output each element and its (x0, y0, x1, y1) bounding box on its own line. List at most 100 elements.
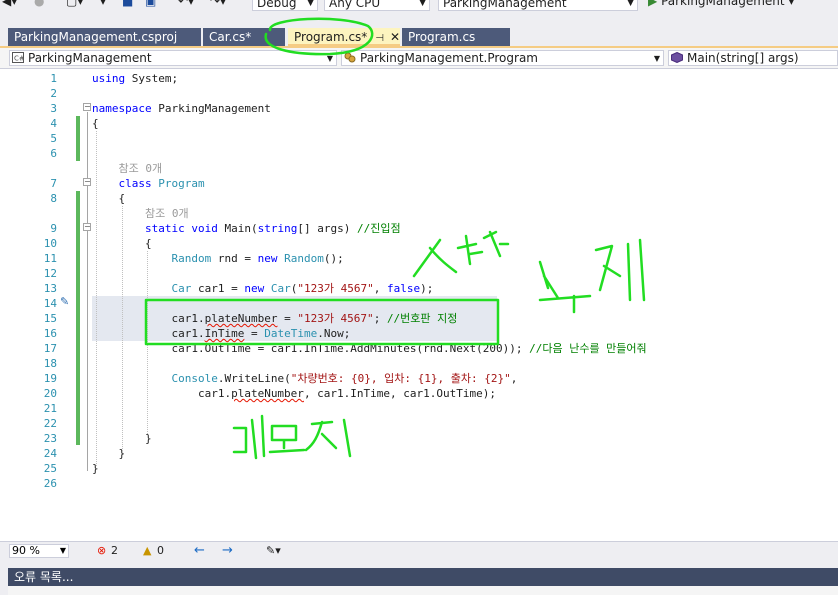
line-number: 10 (43, 237, 57, 250)
code-cleanup-icon[interactable]: ✎▾ (266, 544, 281, 558)
code-text[interactable]: car1.plateNumber, car1.InTime, car1.OutT… (92, 386, 496, 401)
change-indicator (76, 191, 80, 445)
error-icon[interactable]: ⊗ (97, 544, 106, 558)
close-icon[interactable]: ✕ (390, 30, 400, 44)
error-count[interactable]: 2 (111, 544, 118, 558)
save-icon[interactable]: ■ (122, 0, 133, 12)
csharp-project-icon: C# (12, 52, 24, 63)
startup-project-label: ParkingManagement (443, 0, 567, 10)
tab-parkingmanagement-csproj[interactable]: ParkingManagement.csproj (8, 28, 201, 46)
startup-project-combo[interactable]: ParkingManagement ▼ (438, 0, 638, 11)
config-label: Debug (257, 0, 297, 10)
code-line[interactable]: 14 (0, 296, 838, 311)
warning-icon[interactable]: ▲ (143, 544, 151, 558)
code-line[interactable]: 19 Console.WriteLine("차량번호: {0}, 입차: {1}… (0, 371, 838, 386)
code-text[interactable]: { (92, 116, 99, 131)
project-dropdown[interactable]: C# ParkingManagement ▼ (9, 50, 337, 66)
indent-guide (96, 131, 97, 466)
chevron-down-icon: ▼ (419, 0, 426, 8)
redo-icon[interactable]: ↷▾ (210, 0, 226, 12)
code-line[interactable]: 7 class Program (0, 176, 838, 191)
code-line[interactable]: 2 (0, 86, 838, 101)
code-line[interactable]: 17 car1.OutTime = car1.InTime.AddMinutes… (0, 341, 838, 356)
forward-icon[interactable]: ● (34, 0, 44, 12)
code-line[interactable]: 20 car1.plateNumber, car1.InTime, car1.O… (0, 386, 838, 401)
code-line[interactable]: 9 static void Main(string[] args) //진입점 (0, 221, 838, 236)
code-editor[interactable]: 1 using System; 2 3 namespace ParkingManagem… (0, 69, 838, 541)
error-list-toolbar (8, 586, 838, 595)
line-number: 1 (50, 72, 57, 85)
line-number: 15 (43, 312, 57, 325)
start-debugging-button[interactable]: ▶ ParkingManagement ▾ (648, 0, 794, 12)
open-icon[interactable]: ▾ (100, 0, 106, 12)
code-text[interactable]: 참조 0개 (92, 161, 163, 176)
code-line[interactable]: 12 (0, 266, 838, 281)
chevron-down-icon: ▼ (627, 0, 634, 8)
config-combo[interactable]: Debug ▼ (252, 0, 318, 11)
error-list-header[interactable]: 오류 목록... (8, 568, 838, 586)
code-line[interactable]: 25} (0, 461, 838, 476)
code-text[interactable]: namespace ParkingManagement (92, 101, 271, 116)
tab-car-cs[interactable]: Car.cs* (203, 28, 285, 46)
code-text[interactable]: class Program (92, 176, 205, 191)
undo-icon[interactable]: ↶▾ (178, 0, 194, 12)
indent-guide (147, 251, 148, 436)
code-line[interactable]: 26 (0, 476, 838, 491)
line-number: 6 (50, 147, 57, 160)
chevron-down-icon: ▼ (653, 54, 660, 63)
code-line[interactable]: 24 } (0, 446, 838, 461)
member-dropdown[interactable]: Main(string[] args) (668, 50, 838, 66)
previous-issue-icon[interactable]: ← (194, 544, 205, 558)
play-icon: ▶ (648, 0, 658, 8)
code-line[interactable]: 11 Random rnd = new Random(); (0, 251, 838, 266)
platform-combo[interactable]: Any CPU ▼ (324, 0, 430, 11)
line-number: 3 (50, 102, 57, 115)
code-line[interactable]: 4{ (0, 116, 838, 131)
code-line[interactable]: 13 Car car1 = new Car("123가 4567", false… (0, 281, 838, 296)
collapse-icon[interactable]: − (83, 178, 91, 186)
line-number: 25 (43, 462, 57, 475)
code-line[interactable]: 3 namespace ParkingManagement (0, 101, 838, 116)
tab-program-cs-active[interactable]: Program.cs* ⊣ ✕ (288, 28, 400, 46)
collapse-icon[interactable]: − (83, 103, 91, 111)
save-all-icon[interactable]: ▣ (145, 0, 156, 12)
code-text[interactable]: using System; (92, 71, 178, 86)
code-text[interactable]: car1.OutTime = car1.InTime.AddMinutes(rn… (92, 341, 646, 356)
next-issue-icon[interactable]: → (222, 544, 233, 558)
code-line[interactable]: 참조 0개 (0, 161, 838, 176)
code-text[interactable]: car1.InTime = DateTime.Now; (92, 326, 350, 341)
code-line[interactable]: 8 { (0, 191, 838, 206)
code-line[interactable]: 23 } (0, 431, 838, 446)
code-line[interactable]: 21 (0, 401, 838, 416)
back-icon[interactable]: ◀▾ (2, 0, 17, 12)
code-text[interactable]: Random rnd = new Random(); (92, 251, 343, 266)
code-line[interactable]: 참조 0개 (0, 206, 838, 221)
code-line[interactable]: 15 car1.plateNumber = "123가 4567"; //번호판… (0, 311, 838, 326)
change-indicator (76, 116, 80, 161)
quick-action-pencil-icon[interactable]: ✎ (60, 295, 69, 308)
class-label: ParkingManagement.Program (360, 51, 538, 65)
line-number: 21 (43, 402, 57, 415)
zoom-dropdown[interactable]: 90 % ▼ (9, 544, 69, 558)
code-text[interactable]: Car car1 = new Car("123가 4567", false); (92, 281, 433, 296)
collapse-icon[interactable]: − (83, 223, 91, 231)
code-line[interactable]: 10 { (0, 236, 838, 251)
warning-count[interactable]: 0 (157, 544, 164, 558)
class-dropdown[interactable]: ParkingManagement.Program ▼ (341, 50, 664, 66)
line-number: 8 (50, 192, 57, 205)
code-line[interactable]: 16 car1.InTime = DateTime.Now; (0, 326, 838, 341)
code-line[interactable]: 5 (0, 131, 838, 146)
tab-program-cs[interactable]: Program.cs (402, 28, 510, 46)
tab-label: Program.cs* (294, 30, 368, 44)
code-line[interactable]: 22 (0, 416, 838, 431)
code-text[interactable]: static void Main(string[] args) //진입점 (92, 221, 401, 236)
pin-icon[interactable]: ⊣ (375, 33, 384, 44)
code-line[interactable]: 18 (0, 356, 838, 371)
outline-line (87, 112, 88, 471)
code-line[interactable]: 6 (0, 146, 838, 161)
code-text[interactable]: 참조 0개 (92, 206, 189, 221)
code-text[interactable]: Console.WriteLine("차량번호: {0}, 입차: {1}, 출… (92, 371, 517, 386)
code-line[interactable]: 1 using System; (0, 71, 838, 86)
new-item-icon[interactable]: ▢▾ (66, 0, 83, 12)
chevron-down-icon: ▼ (326, 54, 333, 63)
